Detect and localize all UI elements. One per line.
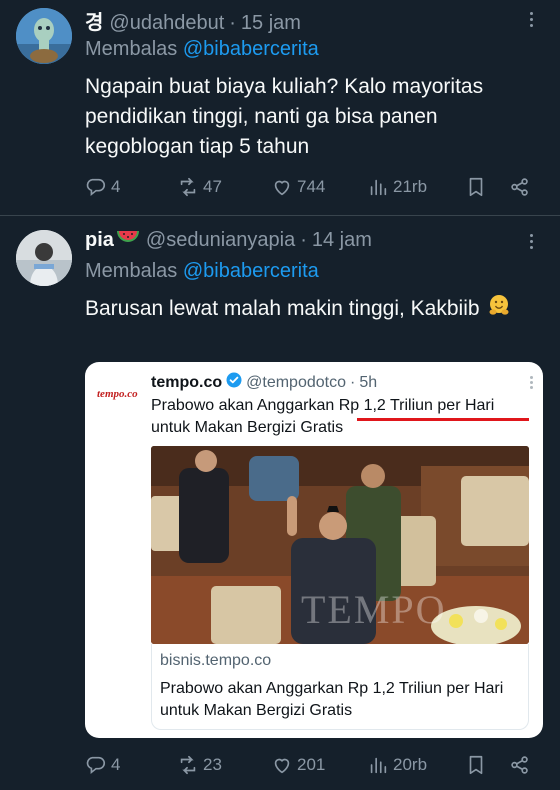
share-button[interactable] (509, 754, 531, 776)
view-count: 20rb (393, 755, 428, 774)
verified-icon (226, 372, 242, 393)
reply-button[interactable]: 4 (85, 754, 120, 776)
reply-to-link[interactable]: @bibabercerita (183, 38, 319, 60)
views-button[interactable]: 21rb (367, 176, 427, 198)
quoted-tweet-card[interactable]: tempo.co tempo.co @tempodotco · 5h Prabo… (85, 362, 543, 738)
retweet-button[interactable]: 23 (177, 754, 222, 776)
reply-context: Membalas @bibabercerita (85, 38, 319, 61)
quoted-handle[interactable]: @tempodotco (246, 374, 346, 392)
reply-to-link[interactable]: @bibabercerita (183, 260, 319, 282)
retweet-icon (180, 177, 196, 197)
like-button[interactable]: 744 (271, 176, 325, 198)
separator: · (300, 229, 307, 251)
separator: · (349, 373, 356, 391)
tweet-text: Barusan lewat malah makin tinggi, Kakbii… (85, 293, 545, 326)
news-photo[interactable]: TEMPO (151, 446, 529, 644)
tweet[interactable]: 경 @udahdebut · 15 jam Membalas @bibaberc… (0, 0, 560, 215)
retweet-count: 23 (203, 755, 222, 774)
reply-context: Membalas @bibabercerita (85, 260, 319, 283)
hugging-emoji (487, 293, 511, 326)
tweet[interactable]: pia @sedunianyapia · 14 jam Membalas @bi… (0, 216, 560, 790)
quoted-tweet-text: Prabowo akan Anggarkan Rp 1,2 Triliun pe… (151, 397, 495, 436)
reply-button[interactable]: 4 (85, 176, 120, 198)
like-icon (274, 758, 290, 774)
reply-icon (86, 178, 105, 197)
bookmark-icon (469, 755, 483, 775)
views-button[interactable]: 20rb (367, 754, 427, 776)
tweet-actions: 4 47 744 21rb (85, 176, 535, 202)
avatar[interactable] (16, 8, 72, 64)
highlight-underline (357, 418, 529, 421)
share-icon (511, 756, 528, 774)
avatar[interactable] (16, 230, 72, 286)
photo-watermark: TEMPO (301, 587, 447, 632)
quoted-tweet-header: tempo.co @tempodotco · 5h (151, 372, 377, 393)
more-icon[interactable] (530, 376, 533, 389)
tweet-text-content: Barusan lewat malah makin tinggi, Kakbii… (85, 297, 480, 320)
reply-prefix: Membalas (85, 260, 178, 282)
separator: · (229, 12, 236, 34)
link-title: Prabowo akan Anggarkan Rp 1,2 Triliun pe… (160, 680, 504, 719)
bookmark-button[interactable] (465, 754, 487, 776)
views-icon (370, 757, 387, 774)
like-count: 744 (297, 177, 326, 196)
like-icon (274, 180, 290, 196)
user-handle[interactable]: @udahdebut (109, 12, 224, 35)
tempo-logo: tempo.co (97, 388, 138, 400)
more-icon[interactable] (520, 8, 542, 30)
bookmark-button[interactable] (465, 176, 487, 198)
reply-count: 4 (111, 755, 121, 774)
link-preview[interactable]: bisnis.tempo.co Prabowo akan Anggarkan R… (151, 644, 529, 730)
display-name[interactable]: pia (85, 229, 114, 252)
more-icon[interactable] (520, 230, 542, 252)
watermelon-emoji (116, 228, 140, 252)
bookmark-icon (469, 177, 483, 197)
views-icon (370, 179, 387, 196)
share-button[interactable] (509, 176, 531, 198)
reply-icon (86, 756, 105, 775)
user-handle[interactable]: @sedunianyapia (146, 229, 295, 252)
reply-count: 4 (111, 177, 121, 196)
tweet-header: 경 @udahdebut · 15 jam (85, 6, 301, 35)
timestamp[interactable]: 14 jam (312, 229, 372, 252)
quoted-timestamp[interactable]: 5h (359, 374, 377, 392)
tweet-actions: 4 23 201 20rb (85, 754, 535, 780)
like-button[interactable]: 201 (271, 754, 325, 776)
retweet-count: 47 (203, 177, 222, 196)
tweet-text: Ngapain buat biaya kuliah? Kalo mayorita… (85, 75, 484, 158)
link-domain: bisnis.tempo.co (160, 652, 272, 669)
tweet-header: pia @sedunianyapia · 14 jam (85, 228, 372, 252)
retweet-icon (180, 755, 196, 775)
quoted-display-name[interactable]: tempo.co (151, 374, 222, 392)
like-count: 201 (297, 755, 326, 774)
retweet-button[interactable]: 47 (177, 176, 222, 198)
timestamp[interactable]: 15 jam (241, 12, 301, 35)
display-name[interactable]: 경 (85, 6, 103, 35)
view-count: 21rb (393, 177, 428, 196)
share-icon (511, 178, 528, 196)
reply-prefix: Membalas (85, 38, 178, 60)
